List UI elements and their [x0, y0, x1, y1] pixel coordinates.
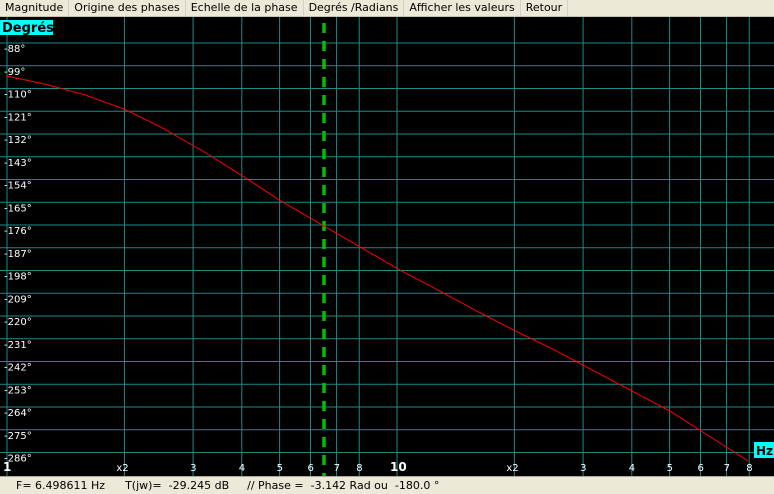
grid: [0, 17, 774, 476]
menu-magnitude[interactable]: Magnitude: [0, 0, 70, 16]
y-tick-label: -198°: [4, 272, 32, 283]
status-bar: F= 6.498611 Hz T(jw)= -29.245 dB // Phas…: [0, 476, 774, 494]
y-axis-labels: -88°-99°-110°-121°-132°-143°-154°-165°-1…: [4, 44, 32, 465]
y-tick-label: -165°: [4, 203, 32, 214]
y-tick-label: -220°: [4, 317, 32, 328]
x-tick-label: 4: [629, 463, 635, 474]
y-tick-label: -88°: [4, 44, 25, 55]
y-tick-label: -143°: [4, 158, 32, 169]
menu-bar: Magnitude Origine des phases Echelle de …: [0, 0, 774, 17]
x-tick-label: 3: [190, 463, 196, 474]
y-tick-label: -121°: [4, 112, 32, 123]
phase-plot[interactable]: -88° -99° -110° -121° -132° -143° -154° -165° -1…: [0, 17, 774, 476]
svg-text:Hz: Hz: [756, 444, 773, 458]
x-tick-label: 5: [277, 463, 283, 474]
menu-echelle-de-la-phase[interactable]: Echelle de la phase: [186, 0, 304, 16]
y-tick-label: -275°: [4, 431, 32, 442]
y-tick-label: -253°: [4, 385, 32, 396]
x-tick-label: 6: [697, 463, 703, 474]
y-tick-label: -176°: [4, 226, 32, 237]
menu-degres-radians[interactable]: Degrés /Radians: [304, 0, 405, 16]
svg-text:Degrés: Degrés: [2, 21, 54, 36]
menu-retour[interactable]: Retour: [521, 0, 569, 16]
x-tick-label: 7: [724, 463, 730, 474]
x-tick-label: x2: [506, 463, 518, 474]
x-axis-labels: 1 x2 3 4 5 6 7 8 10 x2 3 4 5 6 7 8: [3, 460, 753, 474]
phase-chart[interactable]: -88°-99°-110°-121°-132°-143°-154°-165°-1…: [0, 17, 774, 476]
x-tick-label: 1: [3, 460, 11, 474]
x-tick-label: x2: [116, 463, 128, 474]
menu-origine-des-phases[interactable]: Origine des phases: [69, 0, 186, 16]
menu-afficher-les-valeurs[interactable]: Afficher les valeurs: [404, 0, 521, 16]
x-tick-label: 8: [746, 463, 752, 474]
status-phase: // Phase = -3.142 Rad ou -180.0 °: [247, 479, 440, 492]
y-axis-unit: Degrés: [0, 20, 54, 36]
y-tick-label: -264°: [4, 408, 32, 419]
x-tick-label: 5: [667, 463, 673, 474]
y-tick-label: -231°: [4, 340, 32, 351]
x-tick-label: 7: [334, 463, 340, 474]
x-tick-label: 3: [580, 463, 586, 474]
y-tick-label: -132°: [4, 135, 32, 146]
status-frequency: F= 6.498611 Hz: [16, 479, 106, 492]
y-tick-label: -154°: [4, 181, 32, 192]
x-tick-label: 8: [356, 463, 362, 474]
x-axis-unit: Hz: [754, 442, 774, 458]
y-tick-label: -242°: [4, 363, 32, 374]
y-tick-label: -110°: [4, 90, 32, 101]
y-tick-label: -209°: [4, 294, 32, 305]
x-tick-label: 4: [239, 463, 245, 474]
x-tick-label: 10: [390, 460, 407, 474]
y-tick-label: -187°: [4, 249, 32, 260]
status-transfer-magnitude: T(jw)= -29.245 dB: [125, 479, 230, 492]
x-tick-label: 6: [307, 463, 313, 474]
